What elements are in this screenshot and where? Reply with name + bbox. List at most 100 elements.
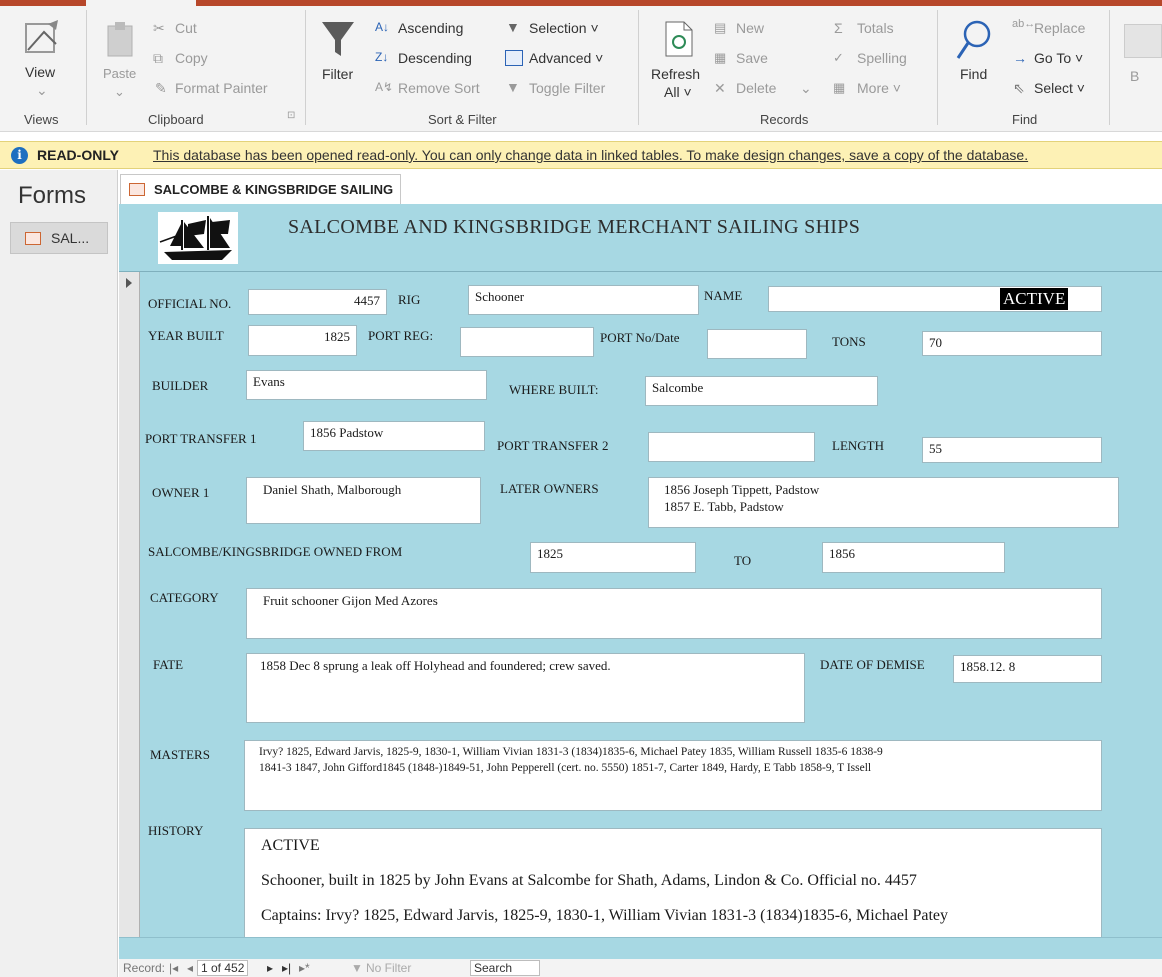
form-header-divider <box>119 271 1162 272</box>
sailing-ship-logo <box>158 212 238 264</box>
field-rig[interactable]: Schooner <box>468 285 699 315</box>
group-divider <box>1109 10 1110 125</box>
totals-icon: Σ <box>834 20 843 36</box>
label-owned-from: SALCOMBE/KINGSBRIDGE OWNED FROM <box>148 544 403 559</box>
label-to: TO <box>734 553 752 568</box>
field-fate[interactable]: 1858 Dec 8 sprung a leak off Holyhead an… <box>246 653 805 723</box>
field-later-owners[interactable]: 1856 Joseph Tippett, Padstow 1857 E. Tab… <box>648 477 1119 528</box>
font-name-box[interactable] <box>1124 24 1162 58</box>
new-record-nav-icon[interactable]: ▸* <box>299 961 310 975</box>
refresh-all-dropdown[interactable]: All ˅ <box>664 84 692 100</box>
read-only-message[interactable]: This database has been opened read-only.… <box>153 147 1028 163</box>
view-button[interactable]: View <box>25 64 55 80</box>
filter-icon[interactable] <box>320 20 356 60</box>
new-record-icon: ▤ <box>714 20 727 35</box>
group-divider <box>638 10 639 125</box>
sort-descending-icon: Z↓ <box>375 50 389 64</box>
find-button[interactable]: Find <box>960 66 987 82</box>
field-masters[interactable]: Irvy? 1825, Edward Jarvis, 1825-9, 1830-… <box>244 740 1102 811</box>
remove-sort-button[interactable]: Remove Sort <box>398 80 480 96</box>
delete-icon: ✕ <box>714 80 726 96</box>
chevron-down-icon[interactable]: ⌄ <box>36 82 48 99</box>
group-divider <box>305 10 306 125</box>
first-record-icon[interactable]: |◂ <box>169 961 178 975</box>
search-input[interactable]: Search <box>470 960 540 976</box>
record-selector[interactable] <box>119 272 140 959</box>
nav-item-form[interactable]: SAL... <box>10 222 108 254</box>
dialog-launcher-icon[interactable]: ⊡ <box>287 110 295 121</box>
label-year-built: YEAR BUILT <box>148 328 224 343</box>
sort-filter-group-label: Sort & Filter <box>428 112 497 127</box>
form-footer <box>119 937 1162 959</box>
toggle-filter-button[interactable]: Toggle Filter <box>529 80 605 96</box>
new-record-button[interactable]: New <box>736 20 764 36</box>
field-official-no[interactable]: 4457 <box>248 289 387 315</box>
field-tons[interactable]: 70 <box>922 331 1102 356</box>
field-history[interactable]: ACTIVE Schooner, built in 1825 by John E… <box>244 828 1102 937</box>
toggle-filter-icon: ▼ <box>506 79 520 95</box>
replace-button[interactable]: Replace <box>1034 20 1085 36</box>
advanced-dropdown[interactable]: Advanced ˅ <box>529 50 603 66</box>
group-divider <box>937 10 938 125</box>
search-icon[interactable] <box>955 18 993 62</box>
last-record-icon[interactable]: ▸| <box>282 961 291 975</box>
label-date-of-demise: DATE OF DEMISE <box>820 657 925 672</box>
tab-label: SALCOMBE & KINGSBRIDGE SAILING <box>154 182 394 197</box>
paste-button[interactable]: Paste <box>103 66 136 81</box>
refresh-all-button[interactable]: Refresh <box>651 66 700 82</box>
info-icon: i <box>11 147 28 164</box>
cursor-icon: ⇖ <box>1013 80 1025 96</box>
field-port-transfer-1[interactable]: 1856 Padstow <box>303 421 485 451</box>
field-owner-1[interactable]: Daniel Shath, Malborough <box>246 477 481 524</box>
totals-button[interactable]: Totals <box>857 20 894 36</box>
label-port-transfer-1: PORT TRANSFER 1 <box>145 431 257 446</box>
read-only-message-bar: i READ-ONLY This database has been opene… <box>0 141 1162 169</box>
field-category[interactable]: Fruit schooner Gijon Med Azores <box>246 588 1102 639</box>
field-builder[interactable]: Evans <box>246 370 487 400</box>
spelling-button[interactable]: Spelling <box>857 50 907 66</box>
cut-button[interactable]: Cut <box>175 20 197 36</box>
no-filter-button[interactable]: No Filter <box>366 961 411 975</box>
field-owned-from[interactable]: 1825 <box>530 542 696 573</box>
view-icon[interactable] <box>22 18 62 58</box>
field-where-built[interactable]: Salcombe <box>645 376 878 406</box>
bold-button[interactable]: B <box>1130 68 1139 84</box>
field-to[interactable]: 1856 <box>822 542 1005 573</box>
label-later-owners: LATER OWNERS <box>500 481 599 496</box>
current-record-input[interactable]: 1 of 452 <box>197 960 249 976</box>
next-record-icon[interactable]: ▸ <box>267 961 273 975</box>
nav-pane-title[interactable]: Forms <box>18 182 86 210</box>
selection-dropdown[interactable]: Selection ˅ <box>529 20 599 36</box>
more-dropdown[interactable]: More ˅ <box>857 80 901 96</box>
label-length: LENGTH <box>832 438 884 453</box>
field-year-built[interactable]: 1825 <box>248 325 357 356</box>
no-filter-icon: ▼ <box>351 961 363 975</box>
record-label: Record: <box>123 961 166 975</box>
field-length[interactable]: 55 <box>922 437 1102 463</box>
descending-button[interactable]: Descending <box>398 50 472 66</box>
label-official-no: OFFICIAL NO. <box>148 296 232 311</box>
field-port-reg[interactable] <box>460 327 594 357</box>
replace-icon: ab↔ <box>1012 18 1036 30</box>
filter-button[interactable]: Filter <box>322 66 353 82</box>
save-button[interactable]: Save <box>736 50 768 66</box>
name-value-selected[interactable]: ACTIVE <box>1000 288 1069 310</box>
selection-filter-icon: ▼ <box>506 19 520 35</box>
select-dropdown[interactable]: Select ˅ <box>1034 80 1085 96</box>
group-divider <box>86 10 87 125</box>
format-painter-button[interactable]: Format Painter <box>175 80 268 96</box>
read-only-label: READ-ONLY <box>37 147 119 163</box>
form-title: SALCOMBE AND KINGSBRIDGE MERCHANT SAILIN… <box>288 216 861 238</box>
ascending-button[interactable]: Ascending <box>398 20 463 36</box>
go-to-dropdown[interactable]: Go To ˅ <box>1034 50 1083 66</box>
refresh-icon[interactable] <box>664 20 694 58</box>
label-category: CATEGORY <box>150 590 219 605</box>
copy-button[interactable]: Copy <box>175 50 208 66</box>
paste-icon[interactable] <box>104 18 138 62</box>
field-date-of-demise[interactable]: 1858.12. 8 <box>953 655 1102 683</box>
field-port-no-date[interactable] <box>707 329 807 359</box>
delete-button[interactable]: Delete <box>736 80 776 96</box>
field-port-transfer-2[interactable] <box>648 432 815 462</box>
previous-record-icon[interactable]: ◂ <box>187 961 193 975</box>
form-document-tab[interactable]: SALCOMBE & KINGSBRIDGE SAILING <box>120 174 401 204</box>
